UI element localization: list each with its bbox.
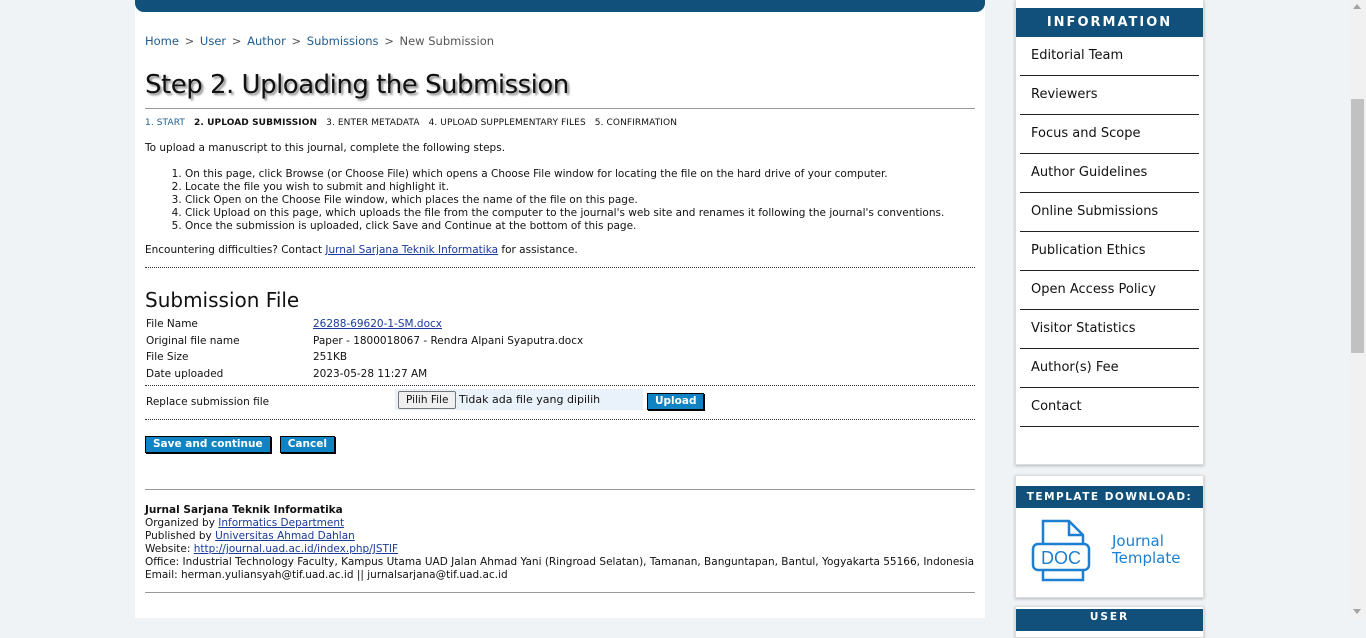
footer-email: Email: herman.yuliansyah@tif.uad.ac.id |… (145, 569, 508, 581)
template-label-line2: Template (1112, 549, 1181, 567)
breadcrumb-separator: > (384, 34, 394, 48)
date-uploaded-value: 2023-05-28 11:27 AM (313, 367, 428, 380)
footer-organized-prefix: Organized by (145, 517, 215, 529)
breadcrumb-user[interactable]: User (200, 34, 226, 48)
footer-journal-name: Jurnal Sarjana Teknik Informatika (145, 504, 343, 516)
upload-button[interactable]: Upload (647, 393, 705, 410)
menu-open-access-policy[interactable]: Open Access Policy (1020, 271, 1199, 310)
main-content: Home > User > Author > Submissions > New… (135, 0, 985, 618)
divider (145, 108, 975, 109)
information-menu: Editorial Team Reviewers Focus and Scope… (1020, 37, 1199, 427)
scroll-up-icon[interactable] (1353, 4, 1361, 9)
user-title: USER (1016, 609, 1203, 631)
footer-published-prefix: Published by (145, 530, 212, 542)
menu-online-submissions[interactable]: Online Submissions (1020, 193, 1199, 232)
breadcrumb-separator: > (231, 34, 242, 48)
menu-visitor-statistics[interactable]: Visitor Statistics (1020, 310, 1199, 349)
submission-file-heading: Submission File (145, 288, 300, 312)
file-input[interactable]: Pilih File Tidak ada file yang dipilih (395, 389, 643, 410)
breadcrumb-current: New Submission (399, 34, 495, 48)
original-name-value: Paper - 1800018067 - Rendra Alpani Syapu… (313, 334, 584, 347)
breadcrumb-author[interactable]: Author (247, 34, 286, 48)
footer-organized-link[interactable]: Informatics Department (218, 517, 344, 529)
footer-office: Office: Industrial Technology Faculty, K… (145, 556, 975, 568)
step-supplementary: 4. UPLOAD SUPPLEMENTARY FILES (428, 118, 586, 128)
breadcrumb-home[interactable]: Home (145, 34, 179, 48)
template-label: Journal Template (1112, 533, 1180, 567)
step-metadata: 3. ENTER METADATA (326, 118, 420, 128)
menu-author-guidelines[interactable]: Author Guidelines (1020, 154, 1199, 193)
replace-file-label: Replace submission file (146, 396, 270, 408)
save-continue-button[interactable]: Save and continue (145, 436, 271, 453)
doc-badge-text: DOC (1041, 548, 1081, 568)
footer-published-link[interactable]: Universitas Ahmad Dahlan (215, 530, 355, 542)
original-name-label: Original file name (146, 334, 240, 347)
form-actions: Save and continue Cancel (145, 432, 975, 453)
doc-file-icon: DOC (1031, 519, 1091, 582)
choose-file-button[interactable]: Pilih File (398, 391, 457, 409)
journal-template-link[interactable]: DOC Journal Template (1016, 508, 1203, 588)
contact-link[interactable]: Jurnal Sarjana Teknik Informatika (325, 244, 498, 256)
footer-website-prefix: Website: (145, 543, 191, 555)
instruction-item: On this page, click Browse (or Choose Fi… (185, 168, 975, 181)
contact-suffix: for assistance. (501, 244, 578, 256)
table-row: File Size 251KB (145, 351, 583, 368)
instruction-item: Locate the file you wish to submit and h… (185, 181, 975, 194)
step-upload-current: 2. UPLOAD SUBMISSION (193, 118, 318, 128)
menu-author-fee[interactable]: Author(s) Fee (1020, 349, 1199, 388)
template-download-title: TEMPLATE DOWNLOAD: (1016, 486, 1203, 508)
contact-line: Encountering difficulties? Contact Jurna… (145, 244, 975, 256)
file-name-label: File Name (146, 318, 198, 330)
template-download-block: TEMPLATE DOWNLOAD: DOC Journal Template (1015, 475, 1204, 598)
footer-website-link[interactable]: http://journal.uad.ac.id/index.php/JSTIF (194, 543, 398, 555)
file-info-table: File Name 26288-69620-1-SM.docx Original… (145, 318, 583, 384)
instruction-item: Click Upload on this page, which uploads… (185, 207, 975, 220)
page-title: Step 2. Uploading the Submission (145, 70, 569, 100)
file-size-label: File Size (146, 351, 189, 363)
menu-editorial-team[interactable]: Editorial Team (1020, 37, 1199, 76)
instruction-item: Click Open on the Choose File window, wh… (185, 194, 975, 207)
header-bar (135, 0, 985, 12)
menu-focus-scope[interactable]: Focus and Scope (1020, 115, 1199, 154)
step-confirmation: 5. CONFIRMATION (594, 118, 678, 128)
instruction-item: Once the submission is uploaded, click S… (185, 220, 975, 233)
template-label-line1: Journal (1112, 532, 1164, 550)
breadcrumb: Home > User > Author > Submissions > New… (145, 34, 975, 48)
table-row: Date uploaded 2023-05-28 11:27 AM (145, 368, 583, 385)
user-block: USER (1015, 606, 1204, 638)
breadcrumb-submissions[interactable]: Submissions (307, 34, 379, 48)
no-file-text: Tidak ada file yang dipilih (459, 393, 601, 406)
date-uploaded-label: Date uploaded (146, 367, 224, 380)
step-start-link[interactable]: 1. START (145, 118, 185, 128)
file-name-link[interactable]: 26288-69620-1-SM.docx (313, 318, 442, 330)
footer: Jurnal Sarjana Teknik Informatika Organi… (145, 489, 975, 593)
divider (145, 419, 975, 420)
information-block: INFORMATION Editorial Team Reviewers Foc… (1015, 0, 1204, 465)
cancel-button[interactable]: Cancel (279, 436, 335, 453)
information-title: INFORMATION (1016, 8, 1203, 37)
contact-prefix: Encountering difficulties? Contact (145, 244, 323, 256)
intro-text: To upload a manuscript to this journal, … (145, 142, 506, 154)
replace-file-row: Replace submission file Pilih File Tidak… (145, 386, 975, 419)
instruction-list: On this page, click Browse (or Choose Fi… (145, 168, 975, 233)
footer-published: Published by Universitas Ahmad Dahlan (145, 530, 975, 543)
menu-reviewers[interactable]: Reviewers (1020, 76, 1199, 115)
footer-organized: Organized by Informatics Department (145, 517, 975, 530)
divider (145, 592, 975, 593)
scroll-down-icon[interactable] (1353, 609, 1361, 614)
scrollbar-thumb[interactable] (1351, 99, 1364, 353)
breadcrumb-separator: > (184, 34, 195, 48)
footer-website: Website: http://journal.uad.ac.id/index.… (145, 543, 975, 556)
file-size-value: 251KB (313, 351, 348, 363)
step-progress: 1. START 2. UPLOAD SUBMISSION 3. ENTER M… (145, 118, 975, 128)
table-row: File Name 26288-69620-1-SM.docx (145, 318, 583, 335)
table-row: Original file name Paper - 1800018067 - … (145, 335, 583, 352)
divider (145, 267, 975, 268)
breadcrumb-separator: > (291, 34, 302, 48)
menu-publication-ethics[interactable]: Publication Ethics (1020, 232, 1199, 271)
menu-contact[interactable]: Contact (1020, 388, 1199, 427)
